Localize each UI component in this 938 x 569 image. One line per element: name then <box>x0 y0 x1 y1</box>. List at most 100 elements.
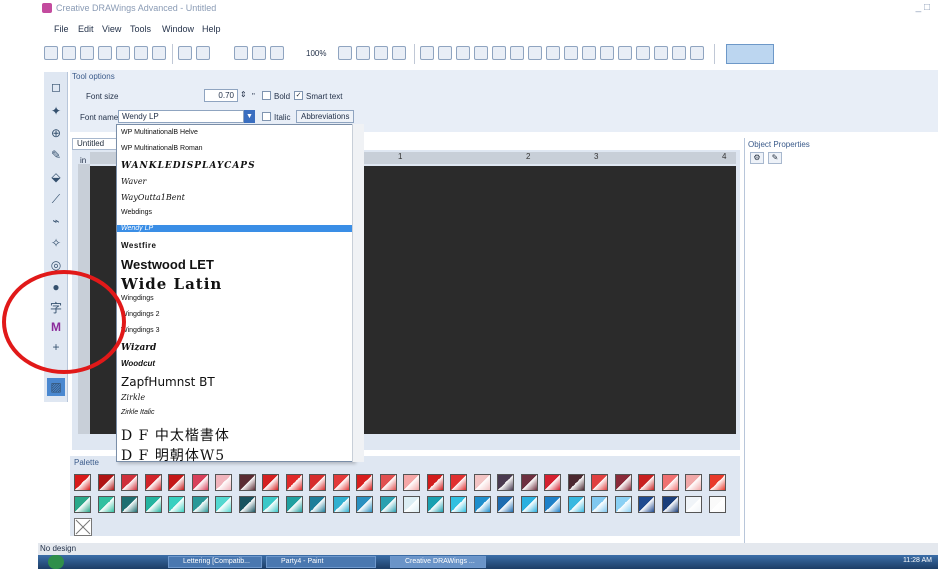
menu-tools[interactable]: Tools <box>130 24 151 34</box>
palette-swatch[interactable] <box>191 474 209 491</box>
font-list-item[interactable]: Webdings <box>121 209 351 216</box>
shape-tool-icon[interactable] <box>338 46 352 60</box>
zoom-level[interactable]: 100% <box>306 49 326 58</box>
palette-swatch[interactable] <box>262 474 279 491</box>
order-icon[interactable] <box>690 46 704 60</box>
italic-checkbox[interactable] <box>262 112 271 121</box>
palette-swatch[interactable] <box>356 496 373 513</box>
palette-swatch[interactable] <box>144 496 162 513</box>
palette-swatch[interactable] <box>285 474 303 491</box>
taskbar-item[interactable]: Party4 - Paint <box>266 556 376 568</box>
font-list-item[interactable]: Waver <box>121 177 351 186</box>
align-bottom-icon[interactable] <box>510 46 524 60</box>
palette-swatch[interactable] <box>661 496 679 513</box>
pen-tool-button[interactable] <box>726 44 774 64</box>
palette-swatch[interactable] <box>238 474 256 491</box>
copy-icon[interactable] <box>134 46 148 60</box>
menu-file[interactable]: File <box>54 24 69 34</box>
redo-icon[interactable] <box>196 46 210 60</box>
menu-window[interactable]: Window <box>162 24 194 34</box>
palette-swatch[interactable] <box>638 496 655 513</box>
weld-icon[interactable] <box>636 46 650 60</box>
palette-swatch[interactable] <box>450 474 467 491</box>
paste-icon[interactable] <box>152 46 166 60</box>
align-middle-icon[interactable] <box>492 46 506 60</box>
palette-swatch[interactable] <box>309 474 326 491</box>
palette-swatch[interactable] <box>426 496 444 513</box>
font-size-input[interactable]: 0.70 <box>204 89 238 102</box>
font-list-item[interactable]: D F 明朝体W5 <box>121 445 351 465</box>
node-tool-icon[interactable] <box>356 46 370 60</box>
menu-help[interactable]: Help <box>202 24 221 34</box>
palette-swatch[interactable] <box>403 474 420 491</box>
no-color-swatch[interactable] <box>74 518 92 536</box>
align-center-icon[interactable] <box>438 46 452 60</box>
pencil-tool-icon[interactable]: ✎ <box>47 146 65 164</box>
font-list-item[interactable]: Wizard <box>121 343 351 353</box>
font-list-item[interactable]: Woodcut <box>121 359 351 368</box>
palette-swatch[interactable] <box>121 474 138 491</box>
combine-icon[interactable] <box>600 46 614 60</box>
font-list-item[interactable]: Westfire <box>121 241 351 250</box>
align-right-icon[interactable] <box>456 46 470 60</box>
transform-icon[interactable] <box>374 46 388 60</box>
palette-swatch[interactable] <box>426 474 444 491</box>
taskbar-item[interactable]: Lettering [Compatib... <box>168 556 262 568</box>
eyedropper-tool-icon[interactable]: ⌁ <box>47 212 65 230</box>
font-list-item[interactable]: D F 中太楷書体 <box>121 425 351 445</box>
intersect-icon[interactable] <box>672 46 686 60</box>
bold-checkbox[interactable] <box>262 91 271 100</box>
palette-swatch[interactable] <box>191 496 209 513</box>
view-icon[interactable] <box>270 46 284 60</box>
palette-swatch[interactable] <box>74 474 91 491</box>
palette-swatch[interactable] <box>215 496 232 513</box>
palette-swatch[interactable] <box>614 474 632 491</box>
menu-view[interactable]: View <box>102 24 121 34</box>
abbreviations-button[interactable]: Abbreviations <box>296 110 355 123</box>
palette-swatch[interactable] <box>168 496 185 513</box>
palette-swatch[interactable] <box>591 496 608 513</box>
palette-swatch[interactable] <box>144 474 162 491</box>
select-icon[interactable] <box>392 46 406 60</box>
cut-icon[interactable] <box>116 46 130 60</box>
node-edit-tool-icon[interactable]: ✦ <box>47 102 65 120</box>
trim-icon[interactable] <box>654 46 668 60</box>
palette-swatch[interactable] <box>309 496 326 513</box>
font-list-item[interactable]: Wide Latin <box>121 275 351 293</box>
font-list-item[interactable]: WayOutta1Bent <box>121 193 351 202</box>
print-icon[interactable] <box>98 46 112 60</box>
font-list-item[interactable]: Wingdings <box>121 295 351 302</box>
palette-swatch[interactable] <box>614 496 632 513</box>
bucket-tool-icon[interactable]: ⬙ <box>47 168 65 186</box>
open-file-icon[interactable] <box>62 46 76 60</box>
select-tool-icon[interactable]: ◻ <box>47 78 65 96</box>
group-icon[interactable] <box>564 46 578 60</box>
font-list-item[interactable]: Wingdings 3 <box>121 327 351 334</box>
palette-swatch[interactable] <box>379 496 397 513</box>
palette-swatch[interactable] <box>520 474 538 491</box>
font-list-item[interactable]: WP MultinationalB Helve <box>121 129 351 136</box>
window-controls[interactable]: _ □ <box>916 2 930 13</box>
font-list-item[interactable]: Zirkle <box>121 393 351 402</box>
zoom-tool-icon[interactable]: ⊕ <box>47 124 65 142</box>
font-list-item[interactable]: WANKLEDISPLAYCAPS <box>121 161 351 171</box>
palette-swatch[interactable] <box>356 474 373 491</box>
font-list-item[interactable]: Wendy LP <box>117 225 353 232</box>
smart-text-checkbox[interactable]: ✓ <box>294 91 303 100</box>
palette-swatch[interactable] <box>332 474 350 491</box>
palette-swatch[interactable] <box>638 474 655 491</box>
palette-swatch[interactable] <box>215 474 232 491</box>
palette-swatch[interactable] <box>685 496 702 513</box>
distribute-v-icon[interactable] <box>546 46 560 60</box>
new-file-icon[interactable] <box>44 46 58 60</box>
palette-swatch[interactable] <box>567 474 585 491</box>
palette-swatch[interactable] <box>97 474 115 491</box>
star-tool-icon[interactable]: ✧ <box>47 234 65 252</box>
font-dropdown-arrow-icon[interactable]: ▼ <box>244 110 255 123</box>
embroidery-tool-icon[interactable]: ▨ <box>47 378 65 396</box>
palette-swatch[interactable] <box>97 496 115 513</box>
palette-swatch[interactable] <box>238 496 256 513</box>
align-top-icon[interactable] <box>474 46 488 60</box>
palette-swatch[interactable] <box>403 496 420 513</box>
font-list-item[interactable]: Wingdings 2 <box>121 311 351 318</box>
